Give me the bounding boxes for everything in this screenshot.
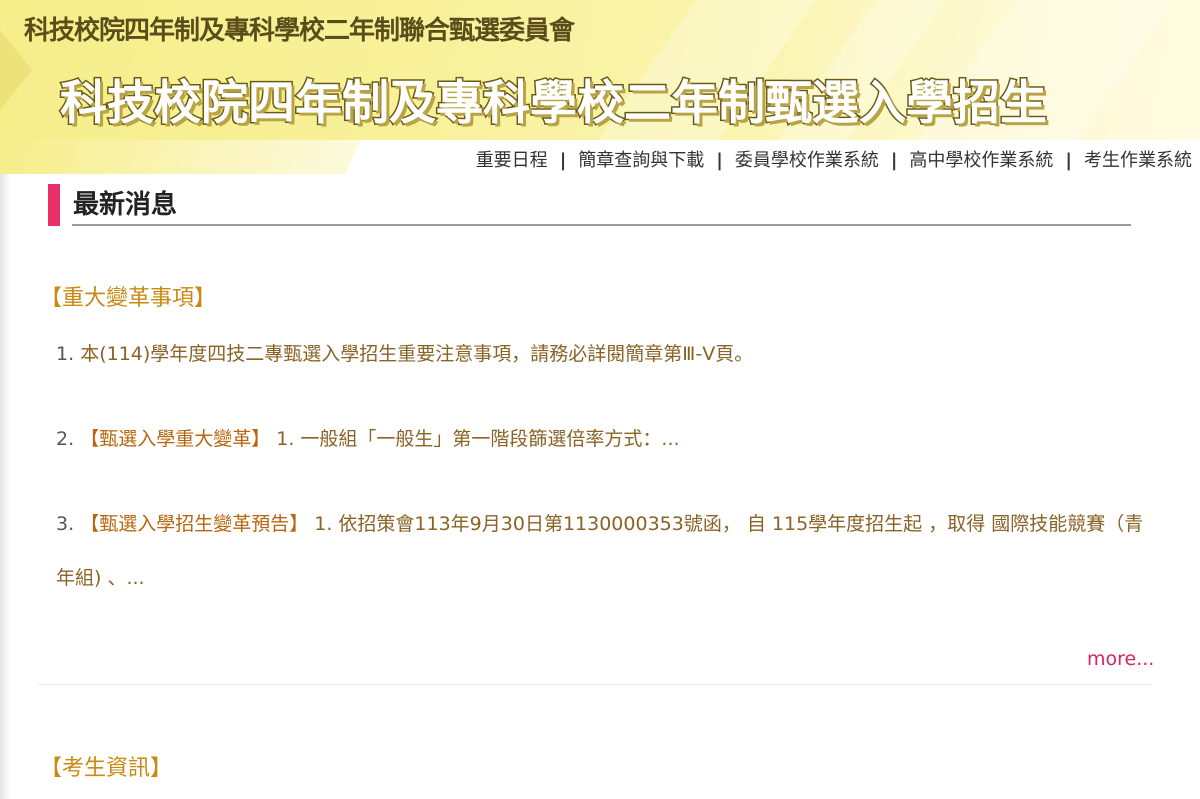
nav-item-member-school-system[interactable]: 委員學校作業系統 bbox=[735, 150, 879, 171]
section-accent-bar bbox=[48, 184, 60, 226]
news-section-header: 最新消息 bbox=[48, 182, 1131, 228]
nav-separator: | bbox=[890, 150, 898, 171]
nav-separator: | bbox=[716, 150, 723, 171]
news-item-number: 1. bbox=[56, 343, 75, 365]
nav-item-brochure[interactable]: 簡章查詢與下載 bbox=[578, 150, 704, 171]
nav-item-applicant-system[interactable]: 考生作業系統 bbox=[1084, 150, 1192, 171]
nav-item-high-school-system[interactable]: 高中學校作業系統 bbox=[909, 150, 1053, 171]
category-title-major-changes: 【重大變革事項】 bbox=[40, 286, 217, 311]
news-item-text[interactable]: 本(114)學年度四技二專甄選入學招生重要注意事項，請務必詳閱簡章第Ⅲ-Ⅴ頁。 bbox=[80, 343, 753, 365]
news-item[interactable]: 3. 【甄選入學招生變革預告】 1. 依招策會113年9月30日第1130000… bbox=[56, 497, 1146, 605]
news-item[interactable]: 1. 本(114)學年度四技二專甄選入學招生重要注意事項，請務必詳閱簡章第Ⅲ-Ⅴ… bbox=[56, 327, 1146, 381]
more-link[interactable]: more... bbox=[1087, 648, 1154, 670]
category-divider bbox=[38, 684, 1152, 685]
news-item[interactable]: 2. 【甄選入學重大變革】 1. 一般組「一般生」第一階段篩選倍率方式：... bbox=[56, 412, 1146, 466]
news-item-text[interactable]: 1. 一般組「一般生」第一階段篩選倍率方式：... bbox=[276, 428, 679, 450]
news-item-tag: 【甄選入學重大變革】 bbox=[80, 428, 271, 450]
nav-separator: | bbox=[559, 150, 567, 171]
top-nav: 重要日程 | 簡章查詢與下載 | 委員學校作業系統 | 高中學校作業系統 | 考生作業系統 bbox=[476, 146, 1192, 172]
nav-item-schedule[interactable]: 重要日程 bbox=[476, 150, 548, 171]
news-item-number: 2. bbox=[56, 428, 75, 450]
org-name: 科技校院四年制及專科學校二年制聯合甄選委員會 bbox=[24, 16, 575, 46]
site-title[interactable]: 科技校院四年制及專科學校二年制甄選入學招生 bbox=[59, 64, 1049, 133]
section-title: 最新消息 bbox=[73, 190, 178, 220]
category-title-applicant-info: 【考生資訊】 bbox=[40, 756, 173, 781]
section-underline bbox=[72, 224, 1131, 226]
news-item-tag: 【甄選入學招生變革預告】 bbox=[80, 513, 309, 535]
nav-separator: | bbox=[1065, 150, 1072, 171]
news-item-number: 3. bbox=[56, 513, 75, 535]
nav-strip-decoration bbox=[0, 140, 360, 174]
header-banner: 科技校院四年制及專科學校二年制聯合甄選委員會 科技校院四年制及專科學校二年制甄選… bbox=[0, 0, 1200, 140]
